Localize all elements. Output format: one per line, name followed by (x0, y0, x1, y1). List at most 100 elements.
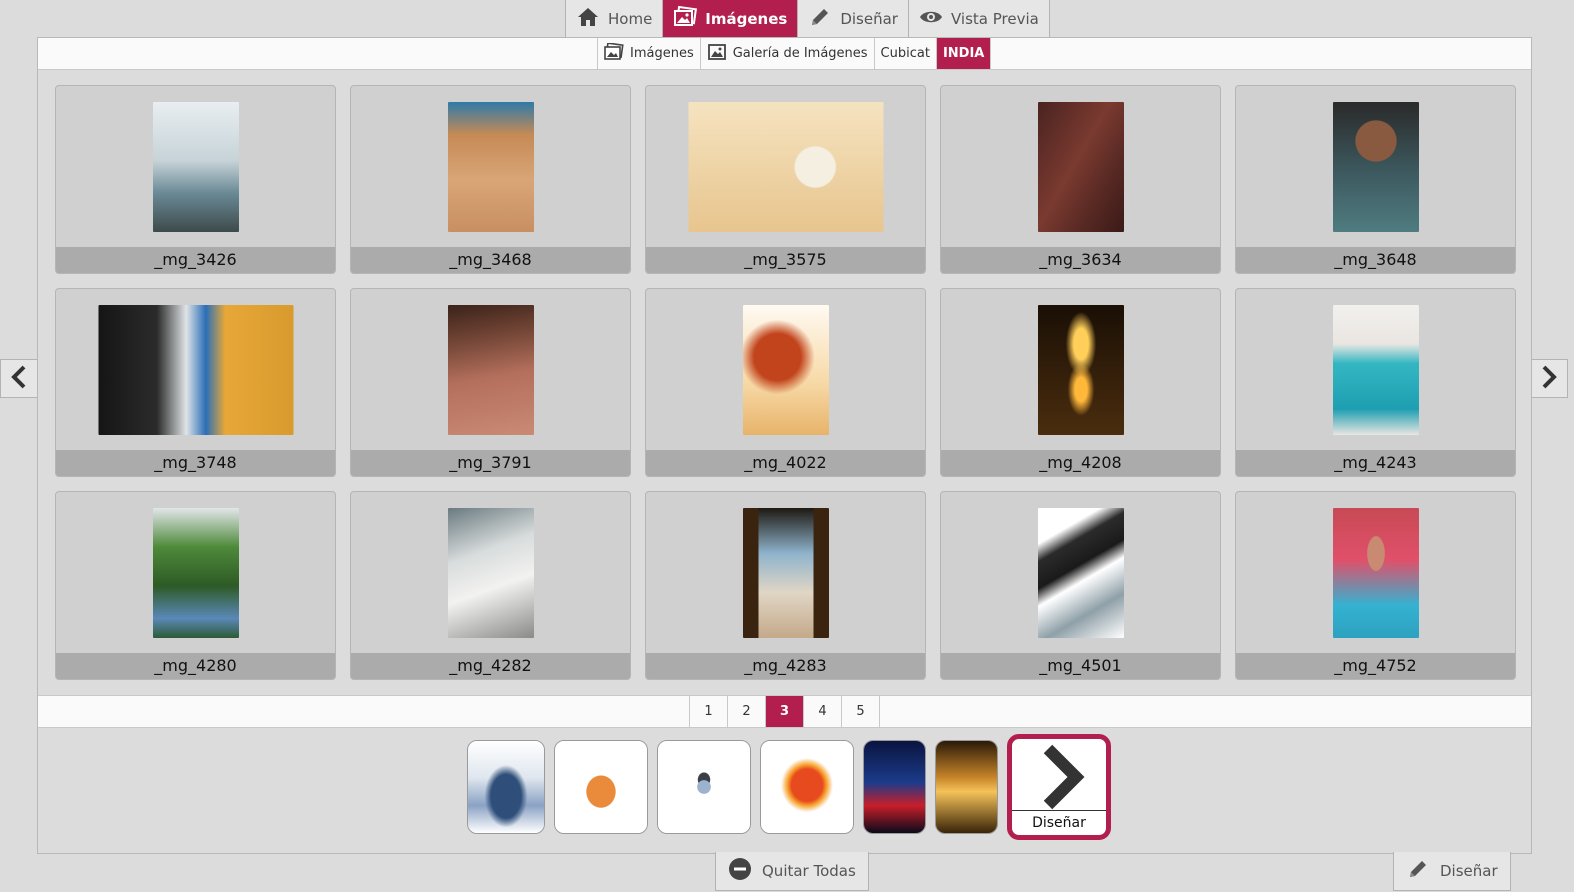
chevron-left-icon (10, 365, 28, 393)
image-thumbnail (447, 508, 534, 638)
tab-label: Imágenes (705, 9, 788, 28)
breadcrumb: Imágenes Galería de Imágenes Cubicat IND… (597, 38, 992, 69)
image-caption: _mg_4022 (646, 450, 925, 476)
minus-circle-icon (728, 857, 752, 885)
image-thumbnail (1332, 508, 1419, 638)
image-card[interactable]: _mg_3575 (645, 85, 926, 274)
image-caption: _mg_4282 (351, 653, 630, 679)
image-caption: _mg_3426 (56, 247, 335, 273)
image-thumbnail (447, 305, 534, 435)
images-icon (604, 41, 624, 65)
tray-thumbnail[interactable] (935, 740, 998, 834)
tray-image (658, 741, 750, 833)
image-thumbnail (98, 305, 293, 435)
home-icon (576, 5, 600, 33)
tab-home[interactable]: Home (566, 0, 664, 37)
main-tab-bar: Home Imágenes Diseñar Vista Previa (565, 0, 1050, 38)
bottom-design-label: Diseñar (1440, 862, 1498, 880)
previous-button[interactable] (0, 359, 38, 398)
image-thumbnail (152, 508, 239, 638)
image-thumbnail (1037, 305, 1124, 435)
image-card[interactable]: _mg_4022 (645, 288, 926, 477)
image-caption: _mg_3791 (351, 450, 630, 476)
eye-icon (919, 5, 943, 33)
gallery-panel: Imágenes Galería de Imágenes Cubicat IND… (37, 37, 1532, 854)
image-card[interactable]: _mg_4283 (645, 491, 926, 680)
image-thumbnail (1332, 102, 1419, 232)
image-caption: _mg_3468 (351, 247, 630, 273)
images-icon (673, 5, 698, 33)
image-card[interactable]: _mg_4208 (940, 288, 1221, 477)
page-button[interactable]: 5 (842, 696, 880, 727)
image-card[interactable]: _mg_3748 (55, 288, 336, 477)
breadcrumb-cubicat[interactable]: Cubicat (875, 38, 937, 69)
image-grid: _mg_3426 _mg_3468 _mg_3575 _mg_3634 _mg_… (55, 85, 1516, 680)
image-card[interactable]: _mg_3791 (350, 288, 631, 477)
breadcrumb-bar: Imágenes Galería de Imágenes Cubicat IND… (38, 38, 1531, 70)
pagination-bar: 1 2 3 4 5 (38, 695, 1531, 728)
image-card[interactable]: _mg_4280 (55, 491, 336, 680)
image-card[interactable]: _mg_4243 (1235, 288, 1516, 477)
image-card[interactable]: _mg_4282 (350, 491, 631, 680)
breadcrumb-gallery[interactable]: Galería de Imágenes (701, 38, 875, 69)
image-thumbnail (742, 508, 829, 638)
image-caption: _mg_4280 (56, 653, 335, 679)
remove-all-button[interactable]: Quitar Todas (715, 852, 869, 891)
picture-icon (707, 43, 727, 65)
image-card[interactable]: _mg_3468 (350, 85, 631, 274)
image-caption: _mg_4208 (941, 450, 1220, 476)
image-caption: _mg_4501 (941, 653, 1220, 679)
image-caption: _mg_3648 (1236, 247, 1515, 273)
breadcrumb-india[interactable]: INDIA (936, 38, 992, 69)
tray-image (468, 741, 544, 833)
chevron-right-icon (1540, 365, 1558, 393)
tray-design-button[interactable]: Diseñar (1007, 734, 1111, 840)
pencil-icon (1406, 857, 1430, 885)
image-thumbnail (688, 102, 883, 232)
tab-preview[interactable]: Vista Previa (909, 0, 1049, 37)
page-button[interactable]: 1 (690, 696, 728, 727)
selected-images-tray: Diseñar (467, 734, 1111, 840)
tray-image (555, 741, 647, 833)
tab-label: Vista Previa (950, 9, 1039, 28)
image-card[interactable]: _mg_4501 (940, 491, 1221, 680)
image-caption: _mg_3575 (646, 247, 925, 273)
image-thumbnail (742, 305, 829, 435)
tray-thumbnail[interactable] (760, 740, 854, 834)
image-caption: _mg_4752 (1236, 653, 1515, 679)
image-card[interactable]: _mg_3648 (1235, 85, 1516, 274)
tray-thumbnail[interactable] (863, 740, 926, 834)
image-thumbnail (152, 102, 239, 232)
image-caption: _mg_3748 (56, 450, 335, 476)
crumb-label: INDIA (942, 46, 985, 61)
crumb-label: Galería de Imágenes (732, 46, 868, 61)
tray-image (864, 741, 925, 833)
page-button[interactable]: 2 (728, 696, 766, 727)
next-button[interactable] (1530, 359, 1568, 398)
image-thumbnail (1037, 508, 1124, 638)
tray-thumbnail[interactable] (657, 740, 751, 834)
tab-images[interactable]: Imágenes (663, 0, 799, 37)
remove-all-label: Quitar Todas (762, 862, 856, 880)
tray-thumbnail[interactable] (467, 740, 545, 834)
tab-design[interactable]: Diseñar (798, 0, 909, 37)
crumb-label: Imágenes (630, 46, 694, 61)
tray-thumbnail[interactable] (554, 740, 648, 834)
crumb-label: Cubicat (880, 46, 930, 61)
tab-label: Home (608, 9, 653, 28)
tray-image (936, 741, 997, 833)
page-button[interactable]: 4 (804, 696, 842, 727)
tray-design-label: Diseñar (1012, 810, 1106, 835)
bottom-design-button[interactable]: Diseñar (1393, 852, 1511, 891)
image-caption: _mg_4243 (1236, 450, 1515, 476)
image-thumbnail (1037, 102, 1124, 232)
image-card[interactable]: _mg_4752 (1235, 491, 1516, 680)
image-card[interactable]: _mg_3426 (55, 85, 336, 274)
breadcrumb-images[interactable]: Imágenes (598, 38, 701, 69)
image-card[interactable]: _mg_3634 (940, 85, 1221, 274)
tab-label: Diseñar (840, 9, 898, 28)
image-caption: _mg_3634 (941, 247, 1220, 273)
page-button-current[interactable]: 3 (766, 696, 804, 727)
pencil-icon (808, 5, 832, 33)
image-thumbnail (447, 102, 534, 232)
